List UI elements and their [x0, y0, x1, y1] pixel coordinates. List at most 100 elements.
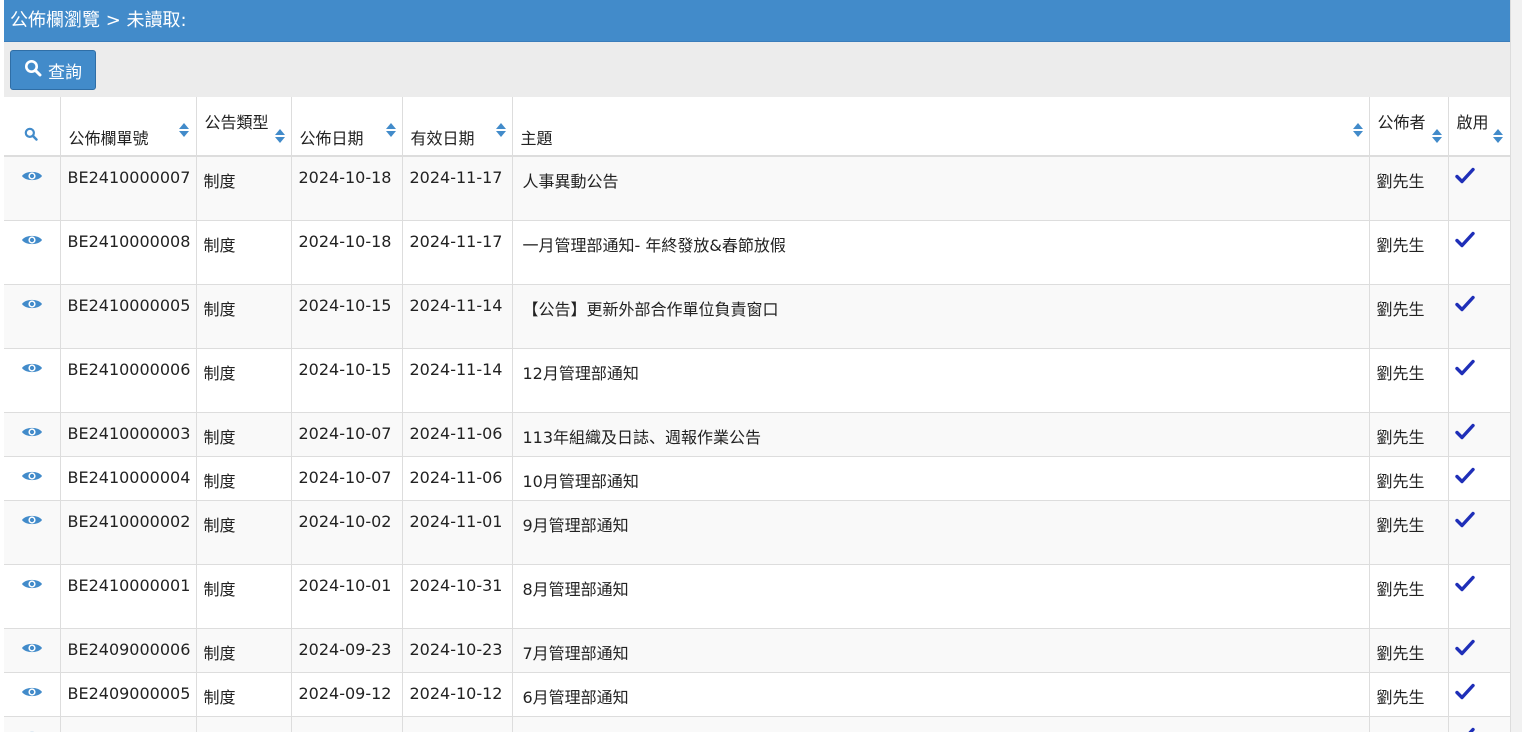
enabled-cell: [1448, 716, 1510, 732]
enabled-cell: [1448, 156, 1510, 221]
eye-icon[interactable]: [21, 728, 43, 732]
row-id: BE2410000007: [67, 168, 191, 187]
column-header-enabled[interactable]: 啟用: [1448, 97, 1510, 157]
row-subject: [513, 717, 1369, 728]
row-type: 制度: [203, 236, 236, 255]
table-row[interactable]: BE2409000006 制度 2024-09-23 2024-10-23 7月…: [4, 628, 1510, 673]
view-cell[interactable]: [4, 628, 61, 673]
column-header-publish-date[interactable]: 公佈日期: [291, 97, 403, 157]
view-cell[interactable]: [4, 348, 61, 413]
row-publisher: 劉先生: [1376, 688, 1425, 707]
row-id: BE2409000005: [67, 684, 191, 703]
row-id: BE2410000008: [67, 232, 191, 251]
row-id: BE2410000001: [67, 576, 191, 595]
column-label: 啟用: [1456, 113, 1489, 132]
query-button[interactable]: 查詢: [10, 50, 96, 90]
table-row[interactable]: BE2409000005 制度 2024-09-12 2024-10-12 6月…: [4, 672, 1510, 717]
row-valid-date: 2024-11-14: [409, 296, 503, 315]
enabled-cell: [1448, 456, 1510, 501]
sort-icon: [178, 123, 189, 139]
eye-icon[interactable]: [21, 512, 43, 531]
row-valid-date: 2024-10-23: [409, 640, 503, 659]
eye-icon[interactable]: [21, 360, 43, 379]
eye-icon[interactable]: [21, 576, 43, 595]
row-type: 制度: [203, 172, 236, 191]
view-cell[interactable]: [4, 284, 61, 349]
view-cell[interactable]: [4, 564, 61, 629]
row-publisher: 劉先生: [1376, 428, 1425, 447]
check-icon: [1454, 167, 1475, 189]
eye-icon[interactable]: [21, 468, 43, 487]
check-icon: [1454, 639, 1475, 661]
row-valid-date: 2024-11-17: [409, 232, 503, 251]
eye-icon[interactable]: [21, 168, 43, 187]
check-icon: [1454, 511, 1475, 533]
view-cell[interactable]: [4, 412, 61, 457]
row-type: 制度: [203, 580, 236, 599]
table-row[interactable]: BE2410000001 制度 2024-10-01 2024-10-31 8月…: [4, 564, 1510, 629]
row-subject: 一月管理部通知- 年終發放&春節放假: [522, 236, 786, 255]
sort-icon: [495, 123, 506, 139]
row-publisher: 劉先生: [1376, 580, 1425, 599]
row-publisher: [1370, 717, 1448, 728]
column-header-publisher[interactable]: 公佈者: [1369, 97, 1449, 157]
row-subject: 【公告】更新外部合作單位負責窗口: [522, 300, 779, 319]
row-subject: 7月管理部通知: [522, 644, 629, 663]
row-type: 制度: [203, 516, 236, 535]
row-valid-date: 2024-11-14: [409, 360, 503, 379]
check-icon: [1454, 423, 1475, 445]
enabled-cell: [1448, 628, 1510, 673]
row-publish-date: 2024-10-18: [298, 232, 392, 251]
table-row[interactable]: BE2410000006 制度 2024-10-15 2024-11-14 12…: [4, 348, 1510, 413]
row-id: BE2410000005: [67, 296, 191, 315]
view-cell[interactable]: [4, 716, 61, 732]
eye-icon[interactable]: [21, 296, 43, 315]
sort-icon: [1352, 123, 1363, 139]
scrollbar[interactable]: [1510, 0, 1522, 732]
check-icon: [1454, 467, 1475, 489]
enabled-cell: [1448, 672, 1510, 717]
row-subject: 6月管理部通知: [522, 688, 629, 707]
row-publish-date: 2024-10-18: [298, 168, 392, 187]
page-title: 公佈欄瀏覽 > 未讀取:: [4, 0, 1510, 42]
column-header-id[interactable]: 公佈欄單號: [60, 97, 197, 157]
row-publisher: 劉先生: [1376, 516, 1425, 535]
sort-icon: [274, 129, 285, 145]
table-row[interactable]: BE2410000003 制度 2024-10-07 2024-11-06 11…: [4, 412, 1510, 457]
column-label: 公佈日期: [299, 129, 364, 148]
row-valid-date: 2024-10-31: [409, 576, 503, 595]
table-row[interactable]: BE2410000005 制度 2024-10-15 2024-11-14 【公…: [4, 284, 1510, 349]
table-row[interactable]: BE2410000007 制度 2024-10-18 2024-11-17 人事…: [4, 156, 1510, 221]
row-type: 制度: [203, 472, 236, 491]
row-publish-date: [292, 717, 402, 728]
row-id: BE2409000006: [67, 640, 191, 659]
eye-icon[interactable]: [21, 424, 43, 443]
row-publish-date: 2024-10-07: [298, 468, 392, 487]
row-publisher: 劉先生: [1376, 236, 1425, 255]
eye-icon[interactable]: [21, 640, 43, 659]
table-row[interactable]: BE2410000008 制度 2024-10-18 2024-11-17 一月…: [4, 220, 1510, 285]
view-cell[interactable]: [4, 672, 61, 717]
column-header-subject[interactable]: 主題: [512, 97, 1370, 157]
row-type: 制度: [203, 688, 236, 707]
view-cell[interactable]: [4, 156, 61, 221]
row-publish-date: 2024-10-07: [298, 424, 392, 443]
row-valid-date: 2024-10-12: [409, 684, 503, 703]
table-row[interactable]: BE2410000002 制度 2024-10-02 2024-11-01 9月…: [4, 500, 1510, 565]
table-header: 公佈欄單號 公告類型 公佈日期 有效日期 主題 公佈者 啟用: [4, 97, 1510, 157]
view-cell[interactable]: [4, 456, 61, 501]
eye-icon[interactable]: [21, 684, 43, 703]
column-header-type[interactable]: 公告類型: [196, 97, 292, 157]
search-icon: [24, 59, 42, 82]
view-cell[interactable]: [4, 220, 61, 285]
row-publisher: 劉先生: [1376, 644, 1425, 663]
sort-icon: [385, 123, 396, 139]
column-header-valid-date[interactable]: 有效日期: [402, 97, 513, 157]
table-row[interactable]: [4, 716, 1510, 732]
eye-icon[interactable]: [21, 232, 43, 251]
table-row[interactable]: BE2410000004 制度 2024-10-07 2024-11-06 10…: [4, 456, 1510, 501]
column-search[interactable]: [4, 97, 61, 157]
row-publisher: 劉先生: [1376, 364, 1425, 383]
view-cell[interactable]: [4, 500, 61, 565]
row-type: [197, 717, 291, 728]
